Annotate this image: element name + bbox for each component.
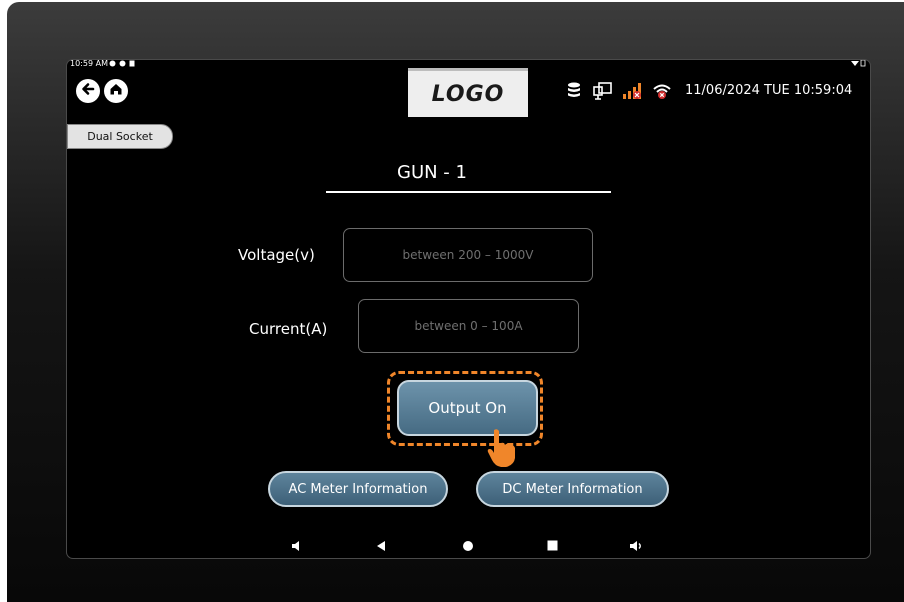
database-icon [567, 82, 581, 103]
notification-icon [119, 60, 126, 69]
pointing-hand-icon [487, 428, 521, 472]
recents-nav-icon[interactable] [547, 540, 558, 554]
status-time: 10:59 AM [70, 59, 108, 68]
arrow-left-icon [80, 81, 96, 101]
dc-meter-button[interactable]: DC Meter Information [476, 471, 669, 507]
gun-title: GUN - 1 [397, 162, 467, 183]
back-button[interactable] [76, 79, 100, 103]
title-underline [326, 191, 611, 193]
home-nav-icon[interactable] [462, 540, 474, 555]
notification-icon [109, 60, 116, 69]
device-screen: 10:59 AM LOGO 11/06/2024 TUE 10:59:04 Du… [66, 59, 871, 559]
battery-wifi-icon [850, 60, 866, 69]
back-nav-icon[interactable] [376, 540, 386, 555]
tablet-frame: 10:59 AM LOGO 11/06/2024 TUE 10:59:04 Du… [7, 2, 904, 602]
volume-up-icon[interactable] [629, 540, 645, 555]
brand-logo: LOGO [408, 68, 528, 117]
sd-card-icon [129, 60, 135, 69]
wifi-off-icon [653, 82, 671, 104]
network-icon [593, 82, 613, 104]
signal-off-icon [622, 82, 642, 104]
current-input[interactable] [358, 299, 579, 353]
volume-down-icon[interactable] [291, 540, 303, 555]
voltage-label: Voltage(v) [238, 246, 315, 264]
home-icon [108, 81, 124, 101]
home-button[interactable] [104, 79, 128, 103]
datetime-display: 11/06/2024 TUE 10:59:04 [685, 83, 853, 98]
dual-socket-button[interactable]: Dual Socket [67, 124, 173, 149]
voltage-input[interactable] [343, 228, 593, 282]
current-label: Current(A) [249, 320, 328, 338]
ac-meter-button[interactable]: AC Meter Information [268, 471, 448, 507]
